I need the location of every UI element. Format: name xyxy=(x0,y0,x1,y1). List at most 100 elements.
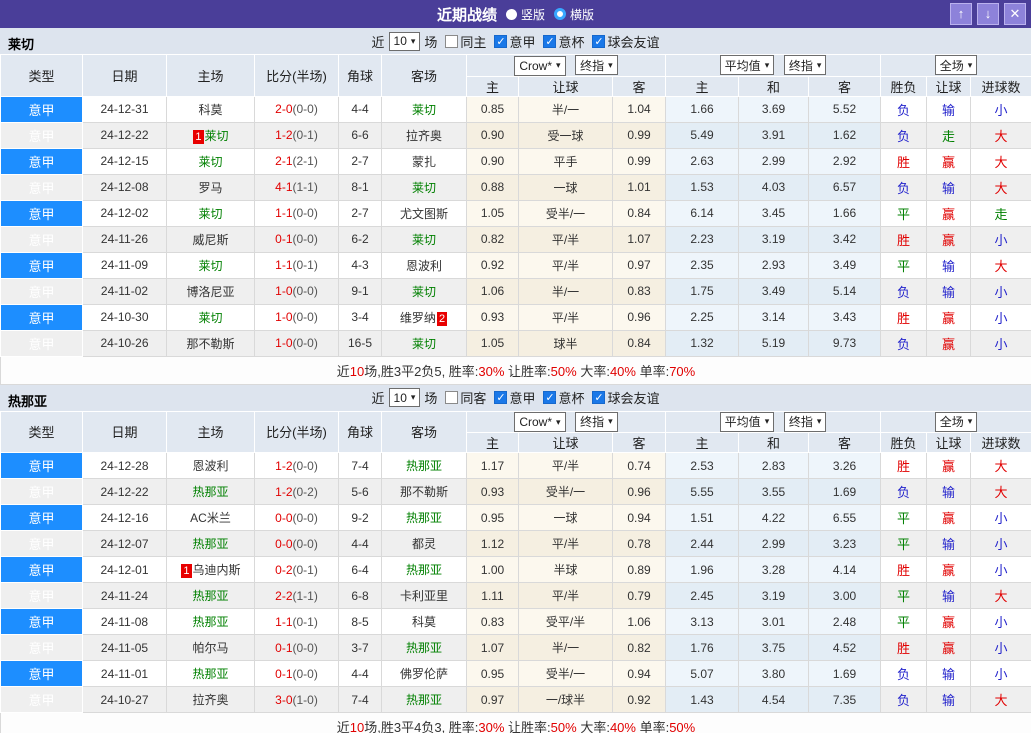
goals-result-cell: 小 xyxy=(970,303,1031,331)
date-cell: 24-11-02 xyxy=(82,277,167,305)
euro-draw-odds: 3.14 xyxy=(738,303,810,331)
away-team-cell: 尤文图斯 xyxy=(381,199,467,227)
filter-label: 球会友谊 xyxy=(607,391,660,406)
crown-handicap: 受半/一 xyxy=(518,199,613,227)
euro-draw-odds: 3.45 xyxy=(738,199,810,227)
layout-radio-vertical[interactable]: 竖版 xyxy=(505,6,545,23)
summary-text: 30% xyxy=(478,363,505,379)
summary-text: 单率: xyxy=(635,363,670,379)
home-team-cell: 热那亚 xyxy=(166,608,255,635)
match-row: 意甲 24-11-08 热那亚 1-1(0-1) 8-5 科莫 0.83 受平/半 1.06 3.… xyxy=(0,608,1031,635)
score-cell: 0-1(0-0) xyxy=(254,634,339,661)
crown-away-odds: 0.96 xyxy=(611,478,667,505)
euro-home-odds: 1.53 xyxy=(665,173,740,201)
page-title: 近期战绩 xyxy=(436,6,497,24)
goals-result-cell: 小 xyxy=(970,608,1031,635)
col-away: 客场 xyxy=(381,410,467,453)
euro-away-odds: 6.55 xyxy=(808,504,882,531)
average-select[interactable]: 平均值 ▾ xyxy=(719,411,775,432)
average-select[interactable]: 平均值 ▾ xyxy=(719,55,775,76)
crown-handicap: 一球 xyxy=(518,504,613,531)
date-cell: 24-12-02 xyxy=(82,199,167,227)
final-odds-select[interactable]: 终指 ▾ xyxy=(575,411,618,432)
rank-badge: 1 xyxy=(193,129,204,144)
filter-checkbox[interactable]: ✓ xyxy=(592,34,606,48)
score-cell: 0-2(0-1) xyxy=(254,556,339,583)
crown-home-odds: 1.17 xyxy=(466,452,519,479)
goals-result-cell: 大 xyxy=(970,582,1031,609)
filter-checkbox[interactable]: ✓ xyxy=(543,34,557,48)
goals-result-cell: 大 xyxy=(970,686,1031,713)
layout-radio-horizontal[interactable]: 横版 xyxy=(554,6,594,23)
crown-odds-group: Crow* ▾ 终指 ▾ xyxy=(465,54,667,77)
euro-draw-odds: 5.19 xyxy=(738,329,810,357)
crown-handicap: 平/半 xyxy=(518,452,613,479)
crown-handicap: 一/球半 xyxy=(518,686,613,713)
league-cell: 意甲 xyxy=(0,608,83,635)
match-row: 意甲 24-11-01 热那亚 0-1(0-0) 4-4 佛罗伦萨 0.95 受半/一 0.94… xyxy=(0,660,1031,687)
move-up-button[interactable]: ↑ xyxy=(950,3,972,25)
bookmaker-select[interactable]: Crow* ▾ xyxy=(514,412,566,432)
final-odds-select[interactable]: 终指 ▾ xyxy=(575,55,618,75)
col-corner: 角球 xyxy=(338,410,382,453)
home-team-cell: 热那亚 xyxy=(166,660,255,687)
section-filter-row: 热那亚 近 10 ▾ 场同客 ✓ 意甲 ✓ 意杯 ✓ 球会友谊 xyxy=(0,385,1031,411)
full-match-select[interactable]: 全场 ▾ xyxy=(934,55,978,76)
home-team-cell: 罗马 xyxy=(166,173,255,201)
euro-home-odds: 6.14 xyxy=(665,199,740,227)
crown-handicap: 平/半 xyxy=(518,251,613,279)
away-team-cell: 热那亚 xyxy=(381,556,467,583)
goals-result-cell: 大 xyxy=(970,452,1031,479)
euro-draw-odds: 3.80 xyxy=(738,660,810,687)
full-match-select[interactable]: 全场 ▾ xyxy=(934,411,978,432)
summary-row: 近10场,胜3平2负5, 胜率:30% 让胜率:50% 大率:40% 单率:70… xyxy=(0,355,1031,385)
euro-home-odds: 1.96 xyxy=(665,556,740,583)
euro-draw-odds: 3.19 xyxy=(738,582,810,609)
league-cell: 意甲 xyxy=(0,251,83,279)
goals-result-cell: 大 xyxy=(970,251,1031,279)
close-button[interactable]: ✕ xyxy=(1004,3,1026,25)
final-odds-select[interactable]: 终指 ▾ xyxy=(783,55,827,76)
crown-handicap: 受半/一 xyxy=(518,478,613,505)
crown-away-odds: 0.94 xyxy=(611,660,667,687)
filter-checkbox[interactable]: ✓ xyxy=(494,391,508,404)
filter-checkbox[interactable] xyxy=(445,34,459,48)
match-count-select[interactable]: 10 ▾ xyxy=(388,388,421,407)
score-cell: 0-0(0-0) xyxy=(254,530,339,557)
filter-checkbox[interactable]: ✓ xyxy=(543,391,557,404)
bookmaker-select[interactable]: Crow* ▾ xyxy=(514,55,566,76)
corner-cell: 3-4 xyxy=(338,303,382,331)
match-count-select[interactable]: 10 ▾ xyxy=(388,31,421,51)
col-home: 主场 xyxy=(166,410,255,453)
matches-label: 场 xyxy=(424,34,438,50)
crown-home-odds: 1.12 xyxy=(466,530,519,557)
crown-handicap: 平手 xyxy=(518,147,613,175)
goals-result-cell: 小 xyxy=(970,504,1031,531)
sub-home-euro: 主 xyxy=(665,75,740,97)
euro-away-odds: 3.43 xyxy=(808,303,882,331)
radio-icon xyxy=(505,8,517,20)
result-cell: 负 xyxy=(880,660,928,687)
asian-result-cell: 走 xyxy=(926,121,972,149)
filter-checkbox[interactable] xyxy=(445,391,459,404)
match-row: 意甲 24-11-09 莱切 1-1(0-1) 4-3 恩波利 0.92 平/半 0.97 2.3… xyxy=(0,251,1031,279)
final-odds-select[interactable]: 终指 ▾ xyxy=(783,411,827,432)
chevron-down-icon: ▾ xyxy=(764,416,770,427)
home-team-cell: AC米兰 xyxy=(166,504,255,531)
crown-handicap: 平/半 xyxy=(518,582,613,609)
euro-draw-odds: 3.91 xyxy=(738,121,810,149)
chevron-down-icon: ▾ xyxy=(410,392,416,402)
col-goals: 进球数 xyxy=(970,75,1031,97)
filter-checkbox[interactable]: ✓ xyxy=(592,391,606,404)
asian-result-cell: 赢 xyxy=(926,303,972,331)
col-type: 类型 xyxy=(0,54,83,97)
chevron-down-icon: ▾ xyxy=(410,35,416,46)
move-down-button[interactable]: ↓ xyxy=(977,3,999,25)
date-cell: 24-12-01 xyxy=(82,556,167,583)
summary-text: 30% xyxy=(478,720,505,733)
home-team-cell: 威尼斯 xyxy=(166,225,255,253)
asian-result-cell: 输 xyxy=(926,95,972,123)
date-cell: 24-11-09 xyxy=(82,251,167,279)
filter-checkbox[interactable]: ✓ xyxy=(494,34,508,48)
league-cell: 意甲 xyxy=(0,478,83,505)
